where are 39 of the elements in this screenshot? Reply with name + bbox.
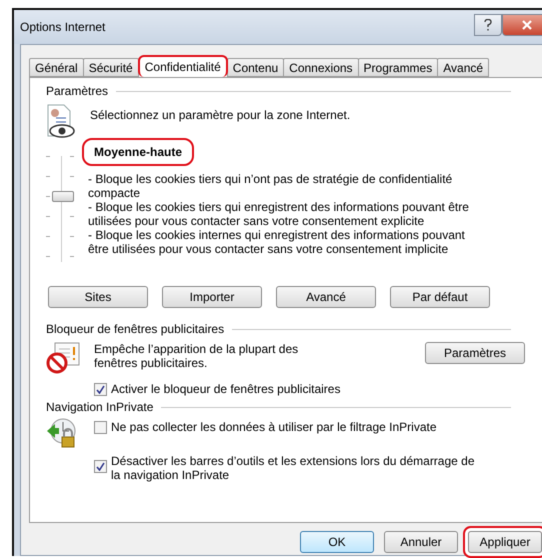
checkbox-label: Ne pas collecter les données à utiliser par le filtrage InPrivate: [111, 420, 438, 434]
checkbox[interactable]: [94, 460, 107, 473]
level-name: Moyenne-haute: [82, 138, 194, 166]
group-title: Paramètres: [46, 84, 108, 98]
privacy-level-slider[interactable]: [46, 156, 76, 262]
tab[interactable]: Général: [29, 58, 84, 77]
tab[interactable]: Confidentialité: [138, 55, 228, 77]
privacy-document-eye-icon: [46, 104, 76, 138]
tab[interactable]: Avancé: [437, 58, 490, 77]
push-button[interactable]: Avancé: [276, 286, 376, 308]
checkbox[interactable]: [94, 382, 107, 396]
description-text: - Bloque les cookies tiers qui n’ont pas de stratégie de confidentialité compacte: [88, 172, 454, 200]
dialog-button[interactable]: OK: [300, 531, 374, 553]
push-button[interactable]: Sites: [48, 286, 148, 308]
push-button[interactable]: Importer: [162, 286, 262, 308]
window-title: Options Internet: [20, 20, 106, 34]
clock-lock-arrow-icon: [46, 418, 78, 448]
checkbox-label: Désactiver les barres d’outils et les extensions lors du démarrage de la navigation InPrivate: [111, 454, 476, 482]
tab[interactable]: Programmes: [358, 58, 438, 77]
description-text: - Bloque les cookies tiers qui enregistrent des informations pouvant être utilisées pour vous contacter sans votre consentement explicite: [88, 200, 470, 228]
tab[interactable]: Connexions: [283, 58, 359, 77]
help-button[interactable]: [474, 14, 502, 36]
tab[interactable]: Sécurité: [82, 58, 139, 77]
checkbox-label: Activer le bloqueur de fenêtres publicitaires: [111, 382, 340, 396]
description-text: - Bloque les cookies internes qui enregistrent des informations pouvant être utilisées pour vous contacter sans votre consentement implicite: [88, 228, 466, 256]
popup-settings-button[interactable]: Paramètres: [425, 342, 525, 364]
checkbox[interactable]: [94, 420, 107, 434]
group-title: Bloqueur de fenêtres publicitaires: [46, 322, 224, 336]
push-button[interactable]: Par défaut: [390, 286, 490, 308]
group-title: Navigation InPrivate: [46, 400, 154, 414]
popup-description: Empêche l’apparition de la plupart des fenêtres publicitaires.: [94, 342, 300, 372]
close-button[interactable]: [502, 14, 542, 36]
slider-thumb[interactable]: [52, 191, 74, 202]
close-icon: [521, 20, 533, 30]
blocked-popup-icon: [46, 342, 80, 374]
tab[interactable]: Contenu: [226, 58, 284, 77]
dialog-button[interactable]: Annuler: [384, 531, 458, 553]
help-icon: [484, 19, 492, 31]
instruction-text: Sélectionnez un paramètre pour la zone Internet.: [90, 108, 350, 122]
